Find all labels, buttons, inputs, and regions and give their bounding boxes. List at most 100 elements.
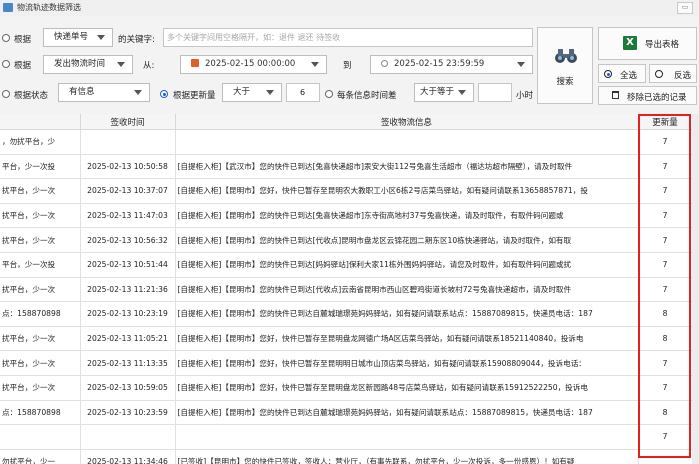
row-prefix-cell: 扰平台，少一次 [0,326,81,352]
hours-input[interactable] [478,83,512,102]
search-button-label: 搜索 [556,77,574,87]
status-value: 有信息 [69,87,95,97]
chevron-down-icon [117,62,125,67]
time-field-value: 发出物流时间 [54,59,106,69]
sign-info-cell: [自提柜入柜]【昆明市】您的快件已到达[妈妈驿站]保利大家11栋外围妈妈驿站，请… [175,252,639,278]
restore-button[interactable]: ▭ [677,2,693,14]
status-label: 根据状态 [14,91,49,101]
from-datetime[interactable]: 2025-02-15 00:00:00 [180,55,327,74]
row-prefix-cell: 扰平台，少一次 [0,375,81,401]
table-row[interactable]: 扰平台，少一次 2025-02-13 11:47:03 [自提柜入柜]【昆明市】您的… [0,203,699,229]
update-count-value: 6 [300,88,306,97]
time-field-select[interactable]: 发出物流时间 [43,55,133,74]
invert-label: 反选 [674,71,692,81]
from-datetime-value: 2025-02-15 00:00:00 [205,59,296,69]
sign-info-cell: [自提柜入柜]【昆明市】您好，快件已暂存至昆明明日城市山顶店菜鸟驿站，如有疑问请… [175,350,639,376]
chevron-down-icon [266,90,274,95]
table-header: 签收时间 签收物流信息 更新量 [0,114,699,130]
to-datetime-value: 2025-02-15 23:59:59 [394,59,485,69]
select-all-icon [604,70,612,78]
sign-time-cell [80,129,176,155]
search-button[interactable]: 搜索 [537,27,593,104]
invert-button[interactable]: 反选 [649,64,697,83]
table-row[interactable]: 平台，少一次投 2025-02-13 10:50:58 [自提柜入柜]【武汉市】您的… [0,154,699,180]
update-compare-value: 大于 [233,87,251,97]
sign-info-cell: [自提柜入柜]【昆明市】您的快件已到达[代收点]云南省昆明市西山区碧鸡街道长坡村… [175,277,639,303]
table-row[interactable]: 扰平台，少一次 2025-02-13 10:37:07 [自提柜入柜]【昆明市】您好… [0,178,699,204]
remove-selected-button[interactable]: 移除已选的记录 [598,86,697,105]
sign-info-cell [175,424,639,450]
chevron-down-icon [458,90,466,95]
row-prefix-cell: 扰平台，少一次 [0,277,81,303]
radio-time-diff[interactable] [325,90,333,98]
row-prefix-cell: 扰平台，少一次 [0,203,81,229]
from-label: 从: [143,61,155,71]
col-header-sign-info[interactable]: 签收物流信息 [175,114,639,130]
invert-icon [655,70,663,78]
window-title: 物流轨迹数据筛选 [17,3,81,12]
to-label: 到 [343,61,352,71]
trash-icon [612,91,619,99]
export-button[interactable]: X 导出表格 [598,27,697,60]
table-row[interactable]: 勿扰平台，少一 2025-02-13 11:34:46 [已签收]【昆明市】您的快件… [0,449,699,464]
update-count-input[interactable]: 6 [286,83,320,102]
sign-info-cell: [自提柜入柜]【昆明市】您的快件已到达[兔喜快递超市]东寺街高地村37号兔喜快递… [175,203,639,229]
radio-by-tracking[interactable] [2,34,10,42]
export-button-label: 导出表格 [645,40,680,50]
to-datetime[interactable]: 2025-02-15 23:59:59 [370,55,533,74]
col-header-sign-time[interactable]: 签收时间 [80,114,176,130]
radio-by-update-count[interactable] [160,90,168,98]
sign-time-cell: 2025-02-13 11:21:36 [80,277,176,303]
sign-time-cell: 2025-02-13 11:13:35 [80,350,176,376]
sign-info-cell: [自提柜入柜]【武汉市】您的快件已到达[兔喜快递超市]汞安大街112号兔喜生活超… [175,154,639,180]
sign-time-cell: 2025-02-13 10:23:19 [80,301,176,327]
sign-time-cell: 2025-02-13 10:56:32 [80,227,176,253]
update-count-label: 根据更新量 [173,91,216,101]
time-diff-value: 大于等于 [420,87,455,97]
row-prefix-cell: 扰平台，少一次 [0,178,81,204]
table-row[interactable]: 扰平台，少一次 2025-02-13 10:56:32 [自提柜入柜]【昆明市】您的… [0,227,699,253]
sign-info-cell: [自提柜入柜]【昆明市】您好，快件已暂存至昆明农大教职工小区6栋2号店菜鸟驿站，… [175,178,639,204]
sign-time-cell: 2025-02-13 10:37:07 [80,178,176,204]
table-row[interactable]: 7 [0,424,699,450]
hours-label: 小时 [516,91,534,101]
table-row[interactable]: 扰平台，少一次 2025-02-13 11:21:36 [自提柜入柜]【昆明市】您的… [0,277,699,303]
row-prefix-cell: 平台，少一次投 [0,154,81,180]
app-icon [3,3,13,12]
sign-info-cell: [自提柜入柜]【昆明市】您的快件已到达自麓城瑞璟苑妈妈驿站，如有疑问请联系站点：… [175,400,639,426]
row-prefix-cell: 平台，少一次投 [0,252,81,278]
radio-by-status[interactable] [2,90,10,98]
vertical-scrollbar[interactable] [692,114,699,464]
time-diff-select[interactable]: 大于等于 [414,83,474,102]
row-prefix-cell: 勿扰平台，少一 [0,449,81,464]
table-row[interactable]: ，勿扰平台，少 7 [0,129,699,155]
binoculars-icon [555,49,577,63]
update-compare-select[interactable]: 大于 [222,83,282,102]
chevron-down-icon [134,90,142,95]
sign-time-cell: 2025-02-13 11:34:46 [80,449,176,464]
title-bar: 物流轨迹数据筛选 ▭ [0,0,699,16]
table-row[interactable]: 点：158870898 2025-02-13 10:23:59 [自提柜入柜]【昆明… [0,400,699,426]
select-all-label: 全选 [620,71,638,81]
chevron-down-icon [517,62,525,67]
remove-selected-label: 移除已选的记录 [627,93,687,103]
row-prefix-cell: 点：158870898 [0,301,81,327]
table-row[interactable]: 点：158870898 2025-02-13 10:23:19 [自提柜入柜]【昆明… [0,301,699,327]
table-row[interactable]: 扰平台，少一次 2025-02-13 11:05:21 [自提柜入柜]【昆明市】您好… [0,326,699,352]
row-prefix-cell: 点：158870898 [0,400,81,426]
keyword-input[interactable]: 多个关键字间用空格隔开，如：退件 退还 待签收 [163,28,533,47]
sign-time-cell: 2025-02-13 10:50:58 [80,154,176,180]
field-select[interactable]: 快递单号 [43,28,113,47]
sign-time-cell: 2025-02-13 11:05:21 [80,326,176,352]
update-count-highlight [638,114,691,458]
col-header-0[interactable] [0,114,81,130]
select-all-button[interactable]: 全选 [598,64,646,83]
sign-time-cell: 2025-02-13 11:47:03 [80,203,176,229]
sign-info-cell: [自提柜入柜]【昆明市】您的快件已到达[代收点]昆明市盘龙区云锦花园二期东区10… [175,227,639,253]
table-row[interactable]: 扰平台，少一次 2025-02-13 10:59:05 [自提柜入柜]【昆明市】您好… [0,375,699,401]
status-select[interactable]: 有信息 [58,83,150,102]
radio-by-time[interactable] [2,60,10,68]
calendar-icon [191,59,199,67]
table-row[interactable]: 平台，少一次投 2025-02-13 10:51:44 [自提柜入柜]【昆明市】您的… [0,252,699,278]
table-row[interactable]: 扰平台，少一次 2025-02-13 11:13:35 [自提柜入柜]【昆明市】您好… [0,350,699,376]
